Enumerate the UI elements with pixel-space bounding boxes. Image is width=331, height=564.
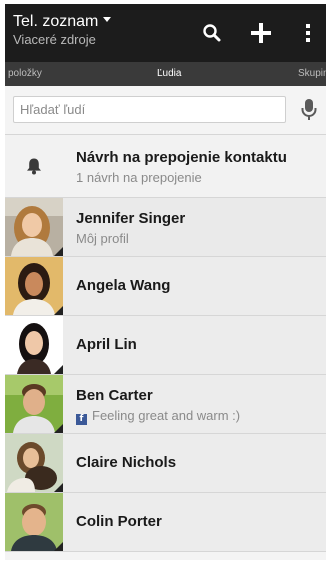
contact-row-jennifer-singer[interactable]: Jennifer Singer Môj profil [5, 198, 326, 257]
overflow-menu-button[interactable] [293, 18, 323, 48]
avatar [5, 316, 63, 374]
contact-row-angela-wang[interactable]: Angela Wang [5, 257, 326, 316]
tab-groups[interactable]: Skupin [298, 68, 326, 79]
tab-strip: položky Ľudia Skupin [5, 62, 326, 86]
microphone-icon[interactable] [301, 99, 317, 121]
contact-name: Colin Porter [76, 513, 162, 530]
search-field [13, 96, 286, 123]
action-bar: Tel. zoznam Viaceré zdroje [5, 4, 326, 62]
account-selector[interactable]: Tel. zoznam [13, 12, 112, 32]
avatar [5, 375, 63, 433]
avatar [5, 198, 63, 256]
contact-row-colin-porter[interactable]: Colin Porter [5, 493, 326, 552]
contact-name: April Lin [76, 336, 137, 353]
search-bar [5, 86, 326, 135]
more-icon [306, 24, 310, 42]
contact-status: f Feeling great and warm :) [76, 408, 240, 425]
contact-name: Angela Wang [76, 277, 171, 294]
search-icon [203, 24, 221, 42]
contacts-screen: Tel. zoznam Viaceré zdroje položky Ľudia… [5, 4, 326, 560]
suggestion-subtitle: 1 návrh na prepojenie [76, 170, 202, 185]
avatar [5, 257, 63, 315]
contact-subtitle: Môj profil [76, 231, 129, 246]
dropdown-caret-icon [103, 17, 112, 23]
suggestion-title: Návrh na prepojenie kontaktu [76, 149, 287, 166]
status-text: Feeling great and warm :) [92, 408, 241, 423]
tab-people[interactable]: Ľudia [157, 68, 181, 79]
contact-name: Ben Carter [76, 387, 153, 404]
facebook-icon: f [76, 414, 87, 425]
bell-icon [27, 158, 41, 175]
contact-row-april-lin[interactable]: April Lin [5, 316, 326, 375]
search-input[interactable] [14, 97, 280, 122]
contact-row-ben-carter[interactable]: Ben Carter f Feeling great and warm :) [5, 375, 326, 434]
add-contact-button[interactable] [246, 18, 276, 48]
avatar [5, 434, 63, 492]
add-icon [251, 23, 271, 43]
contact-name: Claire Nichols [76, 454, 177, 471]
search-button[interactable] [197, 18, 227, 48]
avatar [5, 493, 63, 551]
app-title: Tel. zoznam [13, 13, 99, 30]
link-suggestion-row[interactable]: Návrh na prepojenie kontaktu 1 návrh na … [5, 135, 326, 198]
tab-items[interactable]: položky [8, 68, 42, 79]
contact-row-claire-nichols[interactable]: Claire Nichols [5, 434, 326, 493]
app-subtitle: Viaceré zdroje [13, 32, 96, 47]
contact-name: Jennifer Singer [76, 210, 186, 227]
